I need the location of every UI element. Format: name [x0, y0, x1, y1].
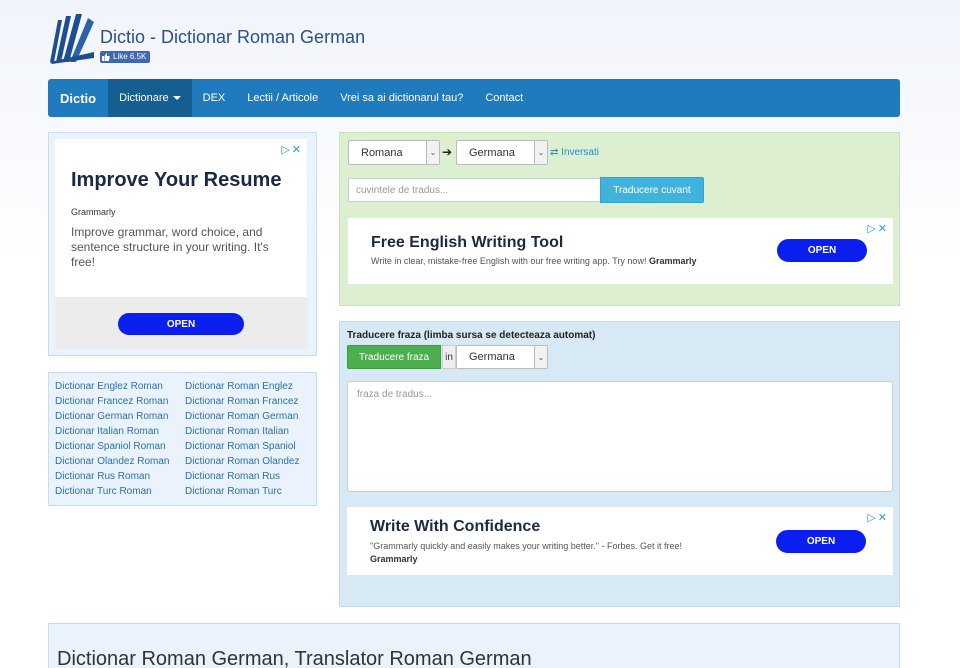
left-ad-container: ▷✕ Improve Your Resume Grammarly Improve…: [48, 132, 317, 356]
facebook-like-button[interactable]: Like 6.5K: [100, 51, 151, 63]
nav-item-dictionare[interactable]: Dictionare: [108, 79, 192, 117]
chevron-down-icon: ⌄: [534, 141, 547, 164]
caret-down-icon: [172, 96, 181, 100]
page-title-block: Dictionar Roman German, Translator Roman…: [48, 623, 900, 668]
site-title[interactable]: Dictio - Dictionar Roman German: [100, 27, 365, 48]
ad-description: Write in clear, mistake-free English wit…: [371, 256, 697, 266]
word-input[interactable]: cuvintele de tradus...: [348, 178, 601, 202]
translate-word-button[interactable]: Traducere cuvant: [600, 177, 704, 203]
ad-title[interactable]: Free English Writing Tool: [371, 234, 563, 252]
list-item: Dictionar Spaniol Roman Dictionar Roman …: [55, 439, 312, 454]
dictionary-links-box: Dictionar Englez Roman Dictionar Roman E…: [48, 372, 317, 506]
dictionary-link[interactable]: Dictionar Rus Roman: [55, 469, 185, 484]
phrase-textarea[interactable]: fraza de tradus...: [347, 381, 893, 492]
ad-title[interactable]: Improve Your Resume: [71, 169, 281, 192]
like-count-label: Like 6.5K: [113, 52, 147, 61]
thumbs-up-icon: [102, 53, 110, 61]
chevron-down-icon: ⌄: [426, 141, 439, 164]
phrase-heading: Traducere fraza (limba sursa se detectea…: [347, 330, 596, 341]
ad-brand: Grammarly: [71, 207, 116, 217]
source-language-select[interactable]: Romana ⌄: [348, 140, 440, 165]
list-item: Dictionar German Roman Dictionar Roman G…: [55, 409, 312, 424]
phrase-translate-panel: Traducere fraza (limba sursa se detectea…: [339, 321, 900, 607]
dictionary-link[interactable]: Dictionar Roman Turc: [185, 484, 282, 499]
dictionary-link[interactable]: Dictionar Italian Roman: [55, 424, 185, 439]
ad-choices-icon[interactable]: ▷✕: [281, 143, 303, 156]
ad-choices-icon[interactable]: ▷✕: [867, 511, 889, 524]
nav-item-label: Dictionare: [119, 92, 169, 104]
left-ad[interactable]: ▷✕ Improve Your Resume Grammarly Improve…: [55, 139, 307, 349]
chevron-down-icon: ⌄: [534, 346, 547, 368]
ad-brand: Grammarly: [370, 554, 418, 564]
swap-label: Inversati: [561, 147, 599, 158]
ad-description-text: Write in clear, mistake-free English wit…: [371, 256, 647, 266]
site-header: Dictio - Dictionar Roman German Like 6.5…: [48, 12, 548, 68]
phrase-target-language-select[interactable]: Germana ⌄: [456, 345, 548, 369]
word-translate-panel: Romana ⌄ ➔ Germana ⌄ ⇄ Inversati cuvinte…: [339, 132, 900, 306]
books-logo-icon[interactable]: [48, 12, 96, 64]
dictionary-link[interactable]: Dictionar Roman Francez: [185, 394, 298, 409]
dictionary-link[interactable]: Dictionar Roman Englez: [185, 379, 293, 394]
target-language-value: Germana: [469, 146, 515, 159]
phrase-target-language-value: Germana: [469, 351, 515, 363]
nav-item-lectii[interactable]: Lectii / Articole: [236, 79, 329, 117]
translate-phrase-button[interactable]: Traducere fraza: [347, 345, 441, 369]
dictionary-link[interactable]: Dictionar Turc Roman: [55, 484, 185, 499]
nav-brand[interactable]: Dictio: [48, 79, 108, 117]
ad-open-button[interactable]: OPEN: [118, 313, 244, 335]
swap-icon: ⇄: [550, 147, 559, 158]
dictionary-link[interactable]: Dictionar Francez Roman: [55, 394, 185, 409]
ad-open-button[interactable]: OPEN: [776, 530, 866, 553]
ad-description: "Grammarly quickly and easily makes your…: [370, 541, 682, 551]
nav-item-dictionar-propriu[interactable]: Vrei sa ai dictionarul tau?: [329, 79, 474, 117]
target-language-select[interactable]: Germana ⌄: [456, 140, 548, 165]
source-language-value: Romana: [361, 146, 403, 159]
list-item: Dictionar Rus Roman Dictionar Roman Rus: [55, 469, 312, 484]
list-item: Dictionar Francez Roman Dictionar Roman …: [55, 394, 312, 409]
ad-choices-icon[interactable]: ▷✕: [867, 222, 889, 235]
nav-item-dex[interactable]: DEX: [192, 79, 237, 117]
page-title: Dictionar Roman German, Translator Roman…: [57, 648, 532, 668]
ad-banner-write-confidence[interactable]: ▷✕ Write With Confidence "Grammarly quic…: [347, 507, 893, 575]
dictionary-link[interactable]: Dictionar Roman Rus: [185, 469, 280, 484]
arrow-right-icon: ➔: [442, 145, 453, 159]
list-item: Dictionar Turc Roman Dictionar Roman Tur…: [55, 484, 312, 499]
nav-item-contact[interactable]: Contact: [474, 79, 534, 117]
list-item: Dictionar Italian Roman Dictionar Roman …: [55, 424, 312, 439]
list-item: Dictionar Englez Roman Dictionar Roman E…: [55, 379, 312, 394]
ad-description: Improve grammar, word choice, and senten…: [71, 225, 269, 269]
swap-languages-link[interactable]: ⇄ Inversati: [550, 147, 599, 158]
main-navbar: Dictio Dictionare DEX Lectii / Articole …: [48, 79, 900, 117]
ad-banner-writing-tool[interactable]: ▷✕ Free English Writing Tool Write in cl…: [348, 218, 893, 284]
dictionary-link[interactable]: Dictionar Roman German: [185, 409, 298, 424]
ad-title[interactable]: Write With Confidence: [370, 518, 540, 536]
dictionary-link[interactable]: Dictionar German Roman: [55, 409, 185, 424]
ad-brand: Grammarly: [648, 256, 697, 266]
dictionary-link[interactable]: Dictionar Spaniol Roman: [55, 439, 185, 454]
dictionary-link[interactable]: Dictionar Roman Spaniol: [185, 439, 296, 454]
ad-open-button[interactable]: OPEN: [777, 239, 867, 262]
dictionary-link[interactable]: Dictionar Roman Italian: [185, 424, 289, 439]
in-label: in: [442, 345, 456, 369]
dictionary-link[interactable]: Dictionar Englez Roman: [55, 379, 185, 394]
dictionary-link[interactable]: Dictionar Roman Olandez: [185, 454, 300, 469]
list-item: Dictionar Olandez Roman Dictionar Roman …: [55, 454, 312, 469]
dictionary-link[interactable]: Dictionar Olandez Roman: [55, 454, 185, 469]
